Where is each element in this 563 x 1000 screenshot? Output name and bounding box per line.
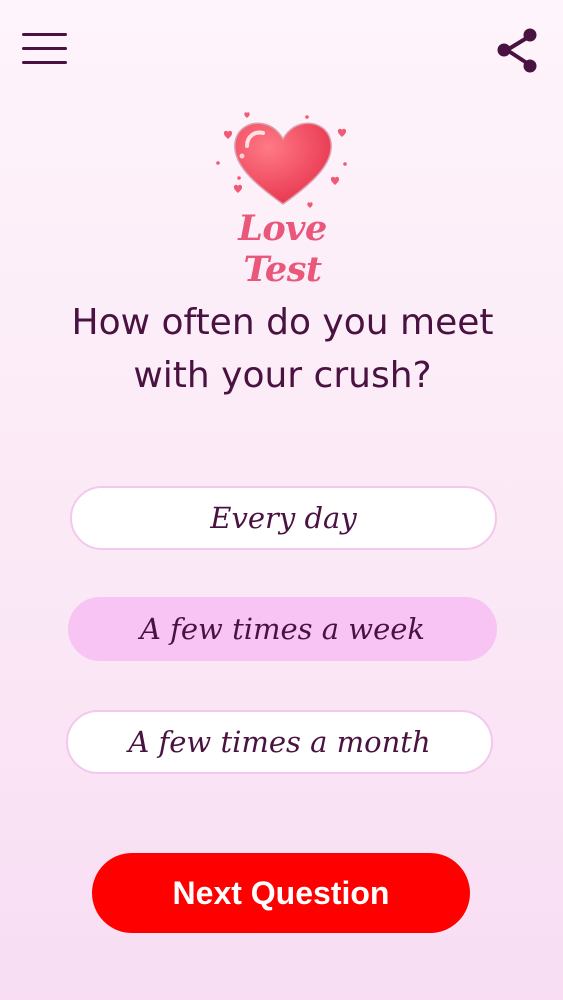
question-text: How often do you meet with your crush? bbox=[71, 302, 494, 396]
option-every-day[interactable]: Every day bbox=[70, 486, 497, 550]
menu-bar bbox=[22, 47, 67, 50]
logo-text: Love Test bbox=[238, 208, 327, 290]
love-test-logo: Love Test bbox=[195, 108, 370, 290]
heart-icon bbox=[216, 112, 347, 208]
option-few-times-month[interactable]: A few times a month bbox=[66, 710, 493, 774]
menu-bar bbox=[22, 61, 67, 64]
menu-button[interactable] bbox=[22, 30, 68, 66]
share-button[interactable] bbox=[494, 26, 542, 74]
option-few-times-week[interactable]: A few times a week bbox=[68, 597, 497, 661]
next-question-button[interactable]: Next Question bbox=[92, 853, 470, 933]
share-icon bbox=[497, 28, 537, 73]
menu-bar bbox=[22, 33, 67, 36]
